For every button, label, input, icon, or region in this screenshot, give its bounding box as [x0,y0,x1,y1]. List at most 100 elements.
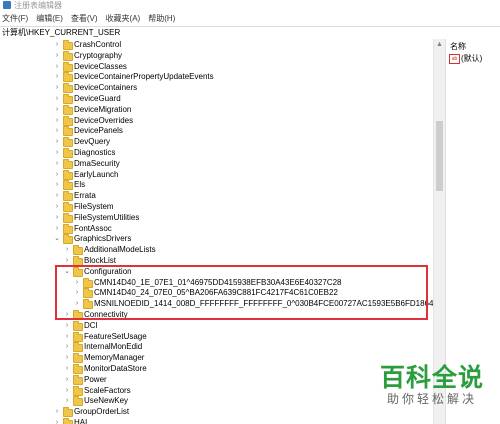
tree-item[interactable]: › FeatureSetUsage [0,331,433,343]
tree-item[interactable]: › GroupOrderList [0,407,433,418]
folder-icon [63,94,73,104]
tree-item[interactable]: › DevQuery [0,137,433,148]
tree-item[interactable]: › HAL [0,418,433,424]
folder-icon [73,245,83,256]
tree-item[interactable]: › DeviceGuard [0,94,433,105]
menu-file[interactable]: 文件(F) [0,12,32,25]
folder-icon [63,72,73,83]
chevron-right-icon[interactable]: › [63,342,71,352]
chevron-right-icon[interactable]: › [53,224,61,234]
chevron-right-icon[interactable]: › [63,386,71,396]
address-bar[interactable]: 计算机\HKEY_CURRENT_USER [0,26,500,40]
tree-item-label: FeatureSetUsage [84,331,147,341]
tree-item[interactable]: › DCI [0,320,433,332]
tree-item[interactable]: › DevicePanels [0,126,433,137]
menu-favorites[interactable]: 收藏夹(A) [102,12,145,25]
menu-view[interactable]: 查看(V) [67,12,102,25]
folder-icon [63,407,73,418]
tree-item[interactable]: › MemoryManager [0,353,433,364]
chevron-right-icon[interactable]: › [53,213,61,223]
tree-item[interactable]: › MonitorDataStore [0,364,433,375]
tree-item[interactable]: › Diagnostics [0,148,433,159]
tree-item[interactable]: › FontAssoc [0,223,433,235]
tree-item[interactable]: › Cryptography [0,50,433,62]
tree-item[interactable]: › DeviceOverrides [0,115,433,127]
tree-item[interactable]: › AdditionalModeLists [0,245,433,256]
scrollbar-thumb[interactable] [436,121,443,191]
tree-item-label: HAL [74,418,90,424]
chevron-right-icon[interactable]: › [53,148,61,158]
tree-item-label: DCI [84,320,98,330]
chevron-right-icon[interactable]: › [53,137,61,147]
chevron-right-icon[interactable]: › [53,40,61,50]
chevron-right-icon[interactable]: › [53,83,61,93]
folder-icon [63,104,73,115]
chevron-right-icon[interactable]: › [53,180,61,190]
tree-item[interactable]: › Els [0,180,433,191]
chevron-right-icon[interactable]: › [63,321,71,331]
tree-item[interactable]: › DeviceContainers [0,83,433,94]
folder-icon [73,396,83,407]
folder-icon [63,83,73,94]
tree-item[interactable]: › Power [0,374,433,386]
folder-icon [63,202,73,212]
chevron-down-icon[interactable]: ⌄ [53,234,61,244]
folder-icon [73,342,83,353]
values-name-column-header[interactable]: 名称 [450,41,466,52]
chevron-right-icon[interactable]: › [53,170,61,180]
folder-icon [73,320,83,331]
menu-edit[interactable]: 编辑(E) [32,12,67,25]
tree-item-label: EarlyLaunch [74,169,119,179]
scroll-up-icon[interactable]: ▲ [436,41,443,48]
chevron-right-icon[interactable]: › [53,126,61,136]
tree-item-label: FontAssoc [74,223,112,233]
chevron-right-icon[interactable]: › [63,332,71,342]
chevron-right-icon[interactable]: › [53,94,61,104]
tree-item-label: DevicePanels [74,126,123,136]
chevron-right-icon[interactable]: › [53,116,61,126]
tree-item-label: DmaSecurity [74,158,120,168]
menu-bar: 文件(F) 编辑(E) 查看(V) 收藏夹(A) 帮助(H) [0,12,500,25]
chevron-right-icon[interactable]: › [63,353,71,363]
tree-item[interactable]: › DmaSecurity [0,158,433,170]
chevron-right-icon[interactable]: › [53,418,61,424]
registry-tree: › CrashControl › Cryptography › DeviceClasses… [0,39,433,424]
chevron-right-icon[interactable]: › [63,375,71,385]
chevron-right-icon[interactable]: › [53,202,61,212]
tree-item[interactable]: › DeviceClasses [0,61,433,73]
chevron-right-icon[interactable]: › [53,159,61,169]
chevron-right-icon[interactable]: › [53,191,61,201]
folder-icon [63,223,73,234]
tree-item-label: AdditionalModeLists [84,245,156,255]
tree-item[interactable]: › DeviceContainerPropertyUpdateEvents [0,72,433,83]
chevron-right-icon[interactable]: › [63,245,71,255]
folder-icon [63,115,73,126]
tree-item-label: DevQuery [74,137,111,147]
tree-item-label: DeviceGuard [74,94,121,103]
menu-help[interactable]: 帮助(H) [144,12,179,25]
folder-icon [63,148,73,158]
tree-item[interactable]: › CrashControl [0,40,433,51]
chevron-right-icon[interactable]: › [53,72,61,82]
window-title: 注册表编辑器 [14,1,62,10]
folder-icon [63,50,73,61]
tree-item[interactable]: › FileSystem [0,202,433,213]
tree-item[interactable]: › Errata [0,191,433,202]
string-value-icon: ab [449,54,460,64]
chevron-right-icon[interactable]: › [53,51,61,61]
tree-item[interactable]: › DeviceMigration [0,104,433,116]
tree-item[interactable]: ⌄ GraphicsDrivers [0,234,433,245]
tree-item[interactable]: › EarlyLaunch [0,169,433,181]
tree-item[interactable]: › InternalMonEdid [0,342,433,353]
chevron-right-icon[interactable]: › [53,105,61,115]
chevron-right-icon[interactable]: › [53,407,61,417]
tree-item[interactable]: › FileSystemUtilities [0,212,433,224]
chevron-right-icon[interactable]: › [63,396,71,406]
chevron-right-icon[interactable]: › [53,62,61,72]
chevron-right-icon[interactable]: › [63,364,71,374]
tree-item[interactable]: › ScaleFactors [0,385,433,397]
tree-item-label: Els [74,180,86,190]
tree-item[interactable]: › UseNewKey [0,396,433,407]
value-name: (默认) [461,54,483,63]
tree-item-label: DeviceContainerPropertyUpdateEvents [74,72,214,82]
